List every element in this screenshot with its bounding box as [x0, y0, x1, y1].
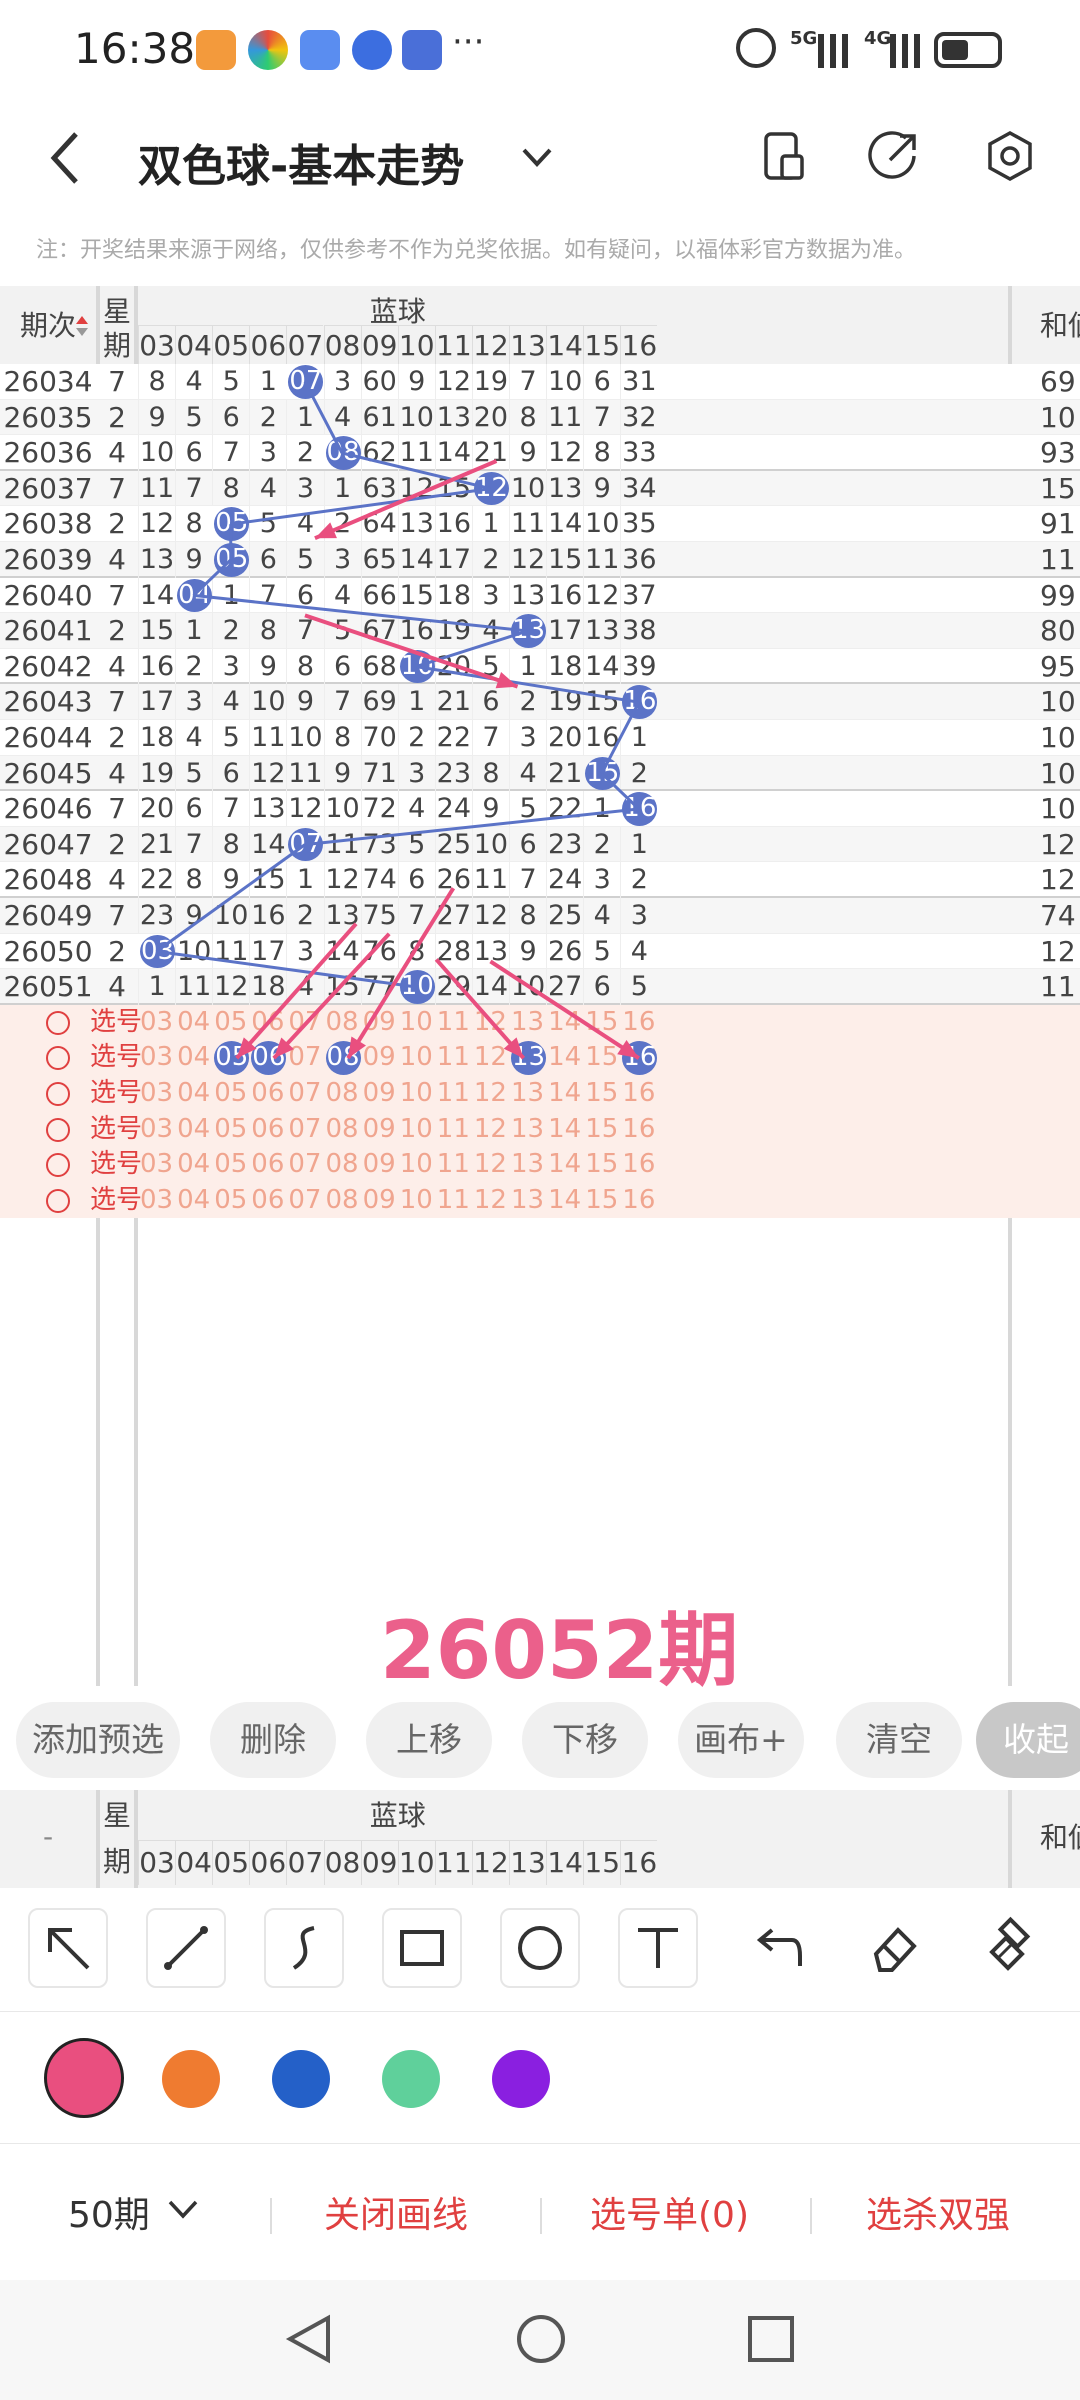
- close-lines-button[interactable]: 关闭画线: [324, 2186, 468, 2238]
- trend-grid: 期次星期蓝球和値03040506070809101112131415162603…: [0, 286, 1080, 1697]
- secondary-table-header: - 星期 蓝球和値 0304050607080910111213141516: [0, 1790, 1080, 1888]
- battery-icon: [934, 32, 1002, 68]
- trend-line: [303, 381, 344, 454]
- browser-icon: [352, 30, 392, 70]
- blue-number-header: 06: [249, 1840, 287, 1885]
- color-swatch-green[interactable]: [382, 2050, 440, 2108]
- home-nav-icon[interactable]: [514, 2312, 568, 2366]
- drawn-arrow[interactable]: [346, 887, 456, 1060]
- blue-number-header: 10: [397, 1840, 435, 1885]
- trend-line: [192, 558, 232, 597]
- week-header-top: 星: [102, 1799, 131, 1832]
- undo-icon[interactable]: [736, 1908, 816, 1988]
- issue-column-header: -: [42, 1820, 54, 1853]
- period-chevron-icon[interactable]: [166, 2198, 200, 2222]
- trend-line: [341, 451, 491, 491]
- pick-list-button[interactable]: 选号单(0): [590, 2186, 749, 2238]
- trend-line: [415, 629, 529, 669]
- title-bar: 双色球-基本走势: [0, 100, 1080, 210]
- trend-line: [416, 665, 640, 704]
- blue-number-header: 16: [620, 1840, 658, 1885]
- signal-icon: [890, 34, 920, 68]
- blue-number-header: 15: [583, 1840, 621, 1885]
- period-select[interactable]: 50期: [68, 2186, 150, 2238]
- signal-icon: [818, 34, 848, 68]
- trend-line: [600, 772, 640, 811]
- blue-number-header: 14: [546, 1840, 584, 1885]
- color-palette: [0, 2014, 1080, 2144]
- settings-icon[interactable]: [982, 128, 1038, 184]
- back-nav-icon[interactable]: [282, 2312, 336, 2366]
- column-divider: [96, 1790, 100, 1888]
- app-icon-orange: [196, 30, 236, 70]
- arrow-tool-icon[interactable]: [28, 1908, 108, 1988]
- column-divider: [1008, 1790, 1012, 1888]
- color-swatch-blue[interactable]: [272, 2050, 330, 2108]
- clear-brush-icon[interactable]: [970, 1908, 1050, 1988]
- disclaimer-notice: 注：开奖结果来源于网络，仅供参考不作为兑奖依据。如有疑问，以福体彩官方数据为准。: [36, 238, 917, 263]
- more-notifications: ···: [452, 22, 485, 62]
- blue-number-header: 08: [323, 1840, 361, 1885]
- share-icon[interactable]: [866, 128, 922, 184]
- blue-number-header: 09: [360, 1840, 398, 1885]
- collapse-button[interactable]: 收起: [976, 1702, 1080, 1778]
- dropdown-chevron-icon[interactable]: [520, 142, 554, 172]
- move-down-button[interactable]: 下移: [522, 1702, 648, 1778]
- trend-line: [600, 701, 641, 775]
- line-tool-icon[interactable]: [146, 1908, 226, 1988]
- alarm-icon: [736, 28, 776, 68]
- action-button-row: 添加预选 删除 上移 下移 画布+ 清空 收起: [0, 1688, 1080, 1798]
- drawn-arrow[interactable]: [314, 459, 498, 541]
- move-up-button[interactable]: 上移: [366, 1702, 492, 1778]
- add-preselect-button[interactable]: 添加预选: [16, 1702, 180, 1778]
- divider: [540, 2198, 542, 2234]
- bottom-action-bar: 50期 关闭画线 选号单(0) 选杀双强: [0, 2146, 1080, 2276]
- blue-ball-group-header: 蓝球: [369, 1799, 426, 1832]
- status-time: 16:38: [74, 24, 196, 73]
- status-bar: 16:38 ··· 5G 4G: [0, 0, 1080, 100]
- trend-line: [155, 843, 306, 953]
- blue-number-header: 03: [138, 1840, 176, 1885]
- wallet-icon: [402, 30, 442, 70]
- recents-nav-icon[interactable]: [744, 2312, 798, 2366]
- curve-tool-icon[interactable]: [264, 1908, 344, 1988]
- back-icon[interactable]: [46, 128, 86, 188]
- divider: [270, 2198, 272, 2234]
- drawing-toolbar: [0, 1888, 1080, 2012]
- page-title[interactable]: 双色球-基本走势: [138, 130, 464, 194]
- app-icon-multicolor: [248, 30, 288, 70]
- text-tool-icon[interactable]: [618, 1908, 698, 1988]
- color-swatch-orange[interactable]: [162, 2050, 220, 2108]
- eraser-icon[interactable]: [854, 1908, 934, 1988]
- network-5g-label: 5G: [790, 28, 818, 49]
- canvas-add-button[interactable]: 画布+: [678, 1702, 804, 1778]
- drawing-overlay[interactable]: [0, 286, 1080, 1686]
- trend-line: [193, 593, 528, 633]
- circle-tool-icon[interactable]: [500, 1908, 580, 1988]
- phone-icon[interactable]: [756, 128, 812, 184]
- blue-number-header: 12: [471, 1840, 509, 1885]
- blue-number-header: 11: [434, 1840, 472, 1885]
- trend-line: [156, 949, 417, 989]
- color-swatch-pink[interactable]: [44, 2038, 124, 2118]
- blue-number-header: 13: [509, 1840, 547, 1885]
- blue-number-header: 05: [212, 1840, 250, 1885]
- rectangle-tool-icon[interactable]: [382, 1908, 462, 1988]
- kill-button[interactable]: 选杀双强: [866, 2186, 1010, 2238]
- trend-line: [304, 807, 640, 847]
- watermark-issue-label: 26052期: [380, 1604, 739, 1697]
- column-divider: [134, 1790, 138, 1888]
- system-nav-bar: [0, 2280, 1080, 2400]
- week-header-bottom: 期: [102, 1845, 131, 1878]
- color-swatch-purple[interactable]: [492, 2050, 550, 2108]
- network-4g-label: 4G: [864, 28, 892, 49]
- sum-column-header: 和値: [1040, 1821, 1080, 1854]
- chat-icon: [300, 30, 340, 70]
- blue-number-header: 04: [175, 1840, 213, 1885]
- blue-number-header: 07: [286, 1840, 324, 1885]
- delete-button[interactable]: 删除: [210, 1702, 336, 1778]
- divider: [810, 2198, 812, 2234]
- clear-button[interactable]: 清空: [836, 1702, 962, 1778]
